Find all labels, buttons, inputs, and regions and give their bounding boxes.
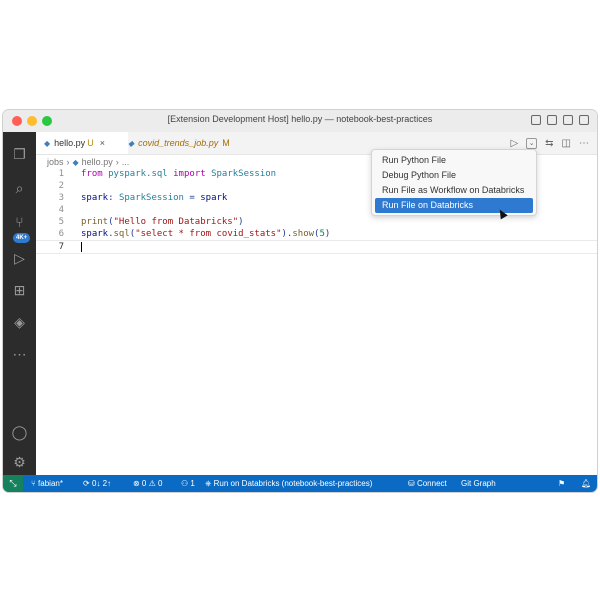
punctuation: ). [281,229,293,239]
punctuation: : [108,193,119,203]
line-number: 2 [58,181,64,191]
close-tab-icon[interactable]: × [100,138,105,148]
untracked-badge: U [87,138,94,148]
run-on-databricks-status[interactable]: ⎈ Run on Databricks (notebook-best-pract… [205,475,372,492]
status-bar: ⤡ ⑂ fabian* ⟳ 0↓ 2↑ ⊗ 0 ⚠ 0 ⚇ 1 ⎈ Run on… [3,475,597,492]
sync-icon: ⟳ [83,479,90,488]
problems-status[interactable]: ⊗ 0 ⚠ 0 [133,475,162,492]
line-number: 4 [58,205,64,215]
connect-status[interactable]: ⛁ Connect [408,475,447,492]
editor-actions: ▷ ⌄ ⇆ ◫ ⋯ [510,138,589,149]
more-icon[interactable]: ⋯ [11,346,28,363]
chevron-right-icon: › [66,157,70,167]
menu-item-debug-python-file[interactable]: Debug Python File [375,168,533,183]
branch-status[interactable]: ⑂ fabian* [31,475,63,492]
type-annotation: SparkSession [118,193,184,203]
window-title: [Extension Development Host] hello.py — … [167,114,433,124]
remote-indicator-icon[interactable]: ⤡ [3,475,23,492]
source-control-badge: 4K+ [13,233,31,243]
operator: = [183,193,201,203]
code-line: 6 spark.sql("select * from covid_stats")… [36,228,597,240]
function-name: show [292,229,315,239]
menu-item-run-python-file[interactable]: Run Python File [375,153,533,168]
ports-icon: ⚇ [181,479,189,488]
python-file-icon: ◆ [72,158,79,167]
git-branch-icon: ⑂ [31,479,36,488]
databricks-icon[interactable]: ◈ [11,314,28,331]
line-number: 5 [58,217,64,227]
ports-count: 1 [190,479,195,488]
chevron-right-icon: › [115,157,119,167]
accounts-icon[interactable]: ◯ [11,424,28,441]
toggle-secondary-sidebar-icon[interactable] [563,115,573,125]
breadcrumb-folder[interactable]: jobs [47,157,64,167]
sync-status[interactable]: ⟳ 0↓ 2↑ [83,475,111,492]
activity-bar: ❐ ⌕ ⑂ 4K+ ▷ ⊞ ◈ ⋯ ◯ ⚙ [3,132,36,475]
title-bar: [Extension Development Host] hello.py — … [3,110,597,133]
customize-layout-icon[interactable] [579,115,589,125]
menu-item-run-as-workflow[interactable]: Run File as Workflow on Databricks [375,183,533,198]
databricks-run-icon: ⎈ [205,479,212,488]
line-number: 6 [58,229,64,239]
run-debug-icon[interactable]: ▷ [11,250,28,267]
tab-label: covid_trends_job.py [138,138,219,148]
variable: spark [200,193,228,203]
sync-counts: 0↓ 2↑ [91,479,112,488]
code-line-current: 7 [36,240,597,254]
variable: spark [81,229,109,239]
notifications-bell-icon[interactable]: 🔔︎ [581,475,591,492]
menu-item-run-on-databricks[interactable]: Run File on Databricks [375,198,533,213]
breadcrumb: jobs › ◆ hello.py ›... [47,157,132,167]
breadcrumb-file[interactable]: hello.py [82,157,113,167]
more-actions-icon[interactable]: ⋯ [579,138,589,149]
split-editor-icon[interactable]: ◫ [562,138,571,149]
python-file-icon: ◆ [128,139,135,148]
tab-hello-py[interactable]: ◆ hello.py U × [36,132,128,154]
settings-gear-icon[interactable]: ⚙ [11,454,28,471]
modified-badge: M [222,138,230,148]
database-icon: ⛁ [408,479,415,488]
run-dropdown-chevron-icon[interactable]: ⌄ [526,138,538,149]
keyword: from [81,169,103,179]
keyword: import [173,169,206,179]
explorer-icon[interactable]: ❐ [11,146,28,163]
function-name: sql [113,229,130,239]
ports-status[interactable]: ⚇ 1 [181,475,195,492]
function-name: print [81,217,109,227]
branch-name: fabian* [38,479,63,488]
extensions-icon[interactable]: ⊞ [11,282,28,299]
python-file-icon: ◆ [44,139,51,148]
feedback-icon[interactable]: ⚑ [558,475,565,492]
string-literal: "Hello from Databricks" [113,217,239,227]
variable: spark [81,193,109,203]
run-on-label: Run on Databricks (notebook-best-practic… [213,479,373,488]
line-number: 1 [58,169,64,179]
punctuation: ) [238,217,244,227]
module-name: pyspark.sql [108,169,168,179]
search-icon[interactable]: ⌕ [11,180,28,197]
toggle-sidebar-icon[interactable] [531,115,541,125]
run-menu: Run Python File Debug Python File Run Fi… [371,149,537,216]
tab-label: hello.py [54,138,86,148]
line-number: 7 [58,242,64,252]
git-graph-status[interactable]: Git Graph [461,475,496,492]
compare-changes-icon[interactable]: ⇆ [545,138,553,149]
tab-covid-trends-job[interactable]: ◆ covid_trends_job.py M [128,132,230,154]
connect-label: Connect [416,479,447,488]
string-literal: "select * from covid_stats" [135,229,282,239]
line-number: 3 [58,193,64,203]
source-control-icon[interactable]: ⑂ [11,214,28,231]
punctuation: ) [324,229,331,239]
text-cursor [81,242,82,252]
run-icon[interactable]: ▷ [510,138,518,149]
toggle-panel-icon[interactable] [547,115,557,125]
code-line: 5 print("Hello from Databricks") [36,216,597,228]
layout-controls [531,115,589,125]
class-name: SparkSession [211,169,277,179]
breadcrumb-more[interactable]: ... [122,157,130,167]
